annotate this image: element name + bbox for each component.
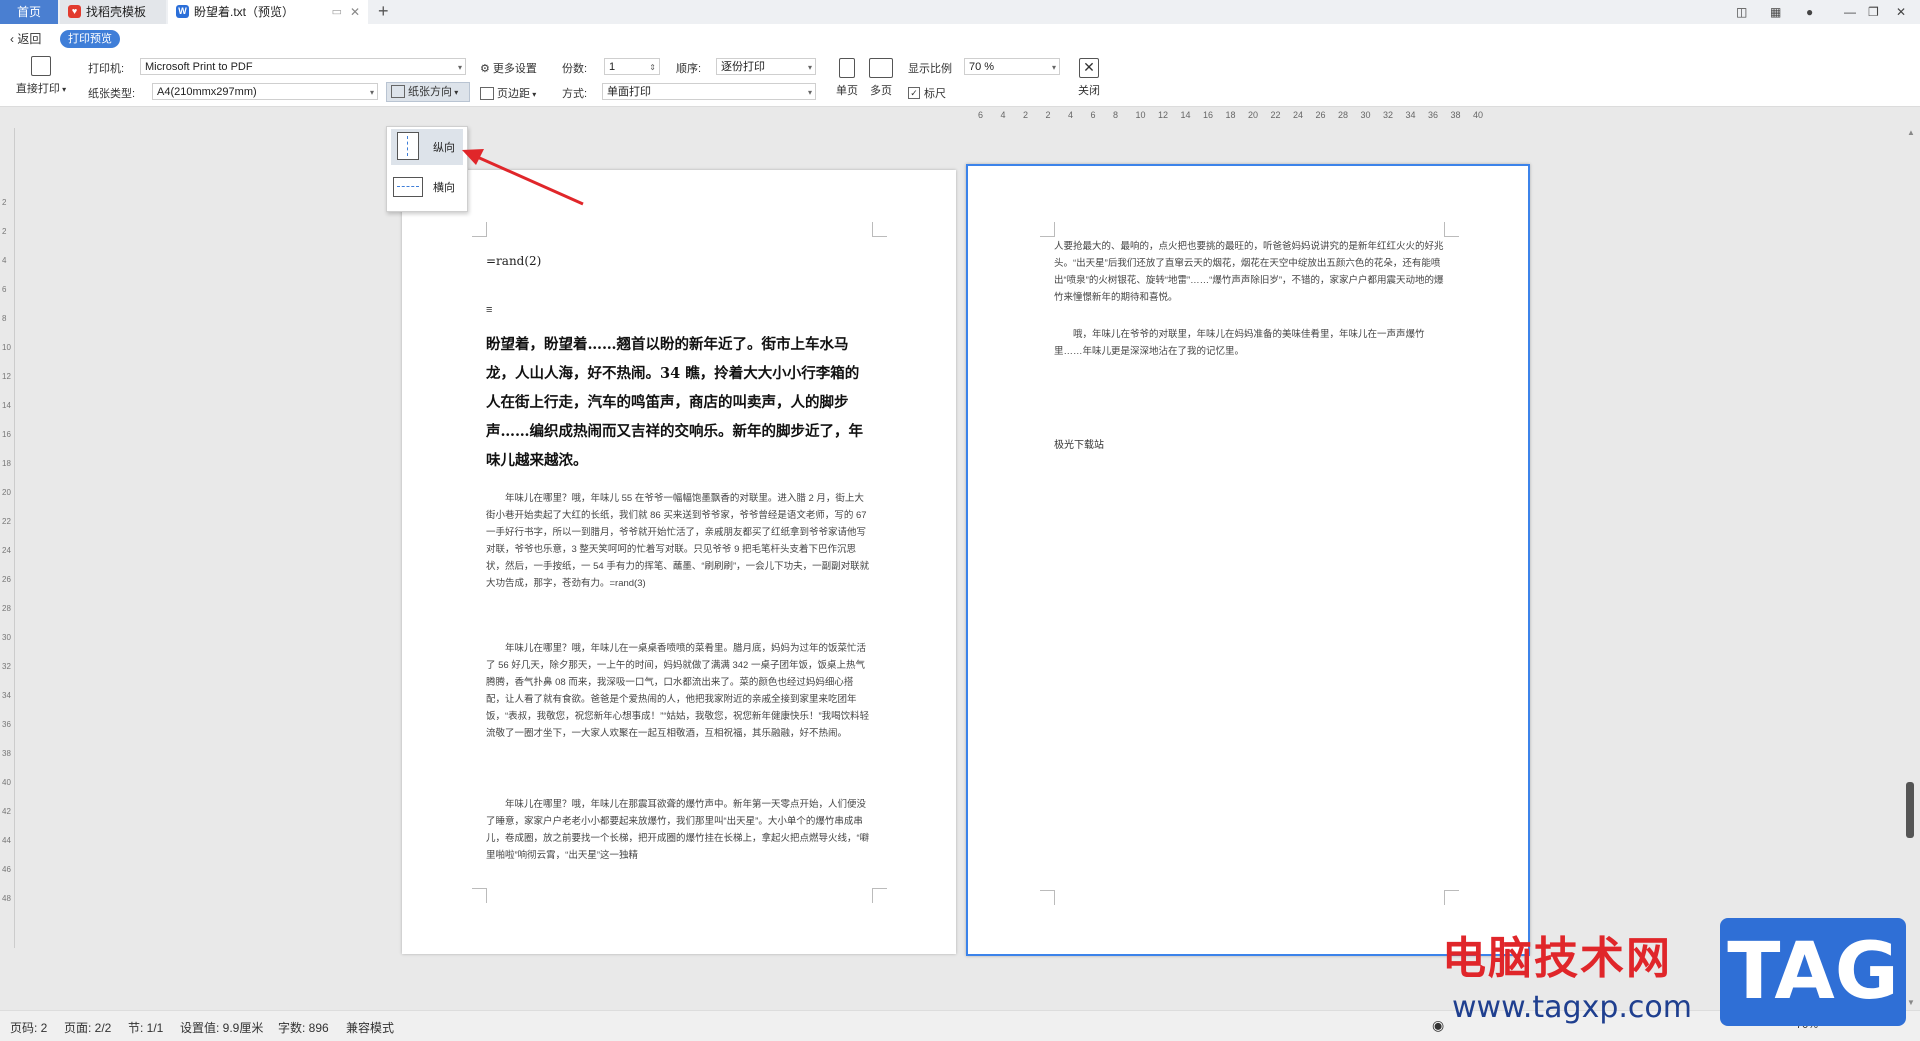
vertical-scrollbar[interactable]: ▲ ▼ [1904, 128, 1916, 1008]
scroll-down-icon[interactable]: ▼ [1907, 998, 1915, 1007]
status-pages: 页面: 2/2 [64, 1021, 112, 1035]
scroll-up-icon[interactable]: ▲ [1907, 128, 1915, 137]
watermark-url: www.tagxp.com [1452, 990, 1692, 1025]
watermark-tag-logo: TAG [1720, 918, 1906, 1026]
status-words: 字数: 896 [278, 1021, 329, 1035]
status-compat: 兼容模式 [346, 1021, 395, 1035]
annotation-arrow [462, 149, 584, 206]
watermark-title: 电脑技术网 [1442, 933, 1672, 984]
scroll-thumb[interactable] [1906, 782, 1914, 838]
status-setting: 设置值: 9.9厘米 [180, 1021, 264, 1035]
status-section: 节: 1/1 [128, 1021, 164, 1035]
eye-icon[interactable]: ◉ [1432, 1017, 1444, 1034]
status-page-no: 页码: 2 [10, 1021, 48, 1035]
